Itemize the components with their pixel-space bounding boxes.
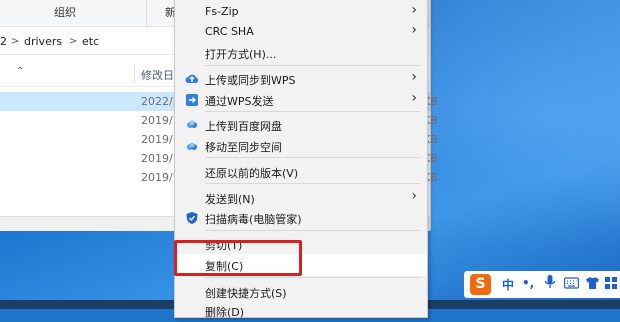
ime-punctuation-toggle[interactable]: •,	[522, 276, 534, 290]
keyboard-icon[interactable]	[563, 277, 580, 292]
menu-item-label: 移动至同步空间	[205, 141, 282, 154]
menu-item-virus-scan[interactable]: 扫描病毒(电脑管家)	[175, 207, 427, 229]
menu-item-label: Fs-Zip	[205, 5, 239, 18]
menu-separator	[205, 65, 421, 66]
sogou-logo-icon[interactable]: S	[470, 274, 491, 295]
menu-item-label: 上传或同步到WPS	[205, 74, 296, 87]
menu-item-wps-upload[interactable]: 上传或同步到WPS ›	[175, 68, 427, 90]
menu-item-label: 上传到百度网盘	[205, 120, 282, 133]
menu-item-delete[interactable]: 删除(D)	[175, 300, 427, 322]
menu-item-label: 发送到(N)	[205, 193, 255, 206]
microphone-icon[interactable]	[544, 274, 556, 293]
chevron-up-icon[interactable]: ⌃	[16, 66, 24, 77]
menu-item-sync-space[interactable]: 移动至同步空间	[175, 135, 427, 157]
chevron-right-icon[interactable]: >	[11, 30, 19, 54]
chevron-right-icon[interactable]: >	[69, 30, 77, 54]
breadcrumb-etc[interactable]: etc	[82, 30, 99, 54]
wps-cloud-upload-icon	[185, 72, 199, 86]
ribbon-divider	[146, 0, 147, 26]
menu-item-label: 删除(D)	[205, 306, 245, 319]
menu-item-send-to[interactable]: 发送到(N) ›	[175, 187, 427, 209]
menu-item-fs-zip[interactable]: Fs-Zip ›	[175, 1, 427, 23]
menu-item-baidu-upload[interactable]: 上传到百度网盘	[175, 114, 427, 136]
breadcrumb-root[interactable]: 2	[0, 30, 7, 54]
pc-manager-shield-icon	[185, 211, 199, 225]
menu-item-label: 打开方式(H)...	[205, 48, 277, 61]
menu-item-open-with[interactable]: 打开方式(H)...	[175, 42, 427, 64]
submenu-arrow-icon: ›	[411, 22, 417, 38]
grid-toolbox-icon[interactable]	[605, 277, 617, 292]
menu-item-restore-versions[interactable]: 还原以前的版本(V)	[175, 161, 427, 183]
submenu-arrow-icon: ›	[411, 90, 417, 106]
wps-send-icon	[185, 93, 199, 107]
menu-item-label: 通过WPS发送	[205, 95, 274, 108]
menu-separator	[205, 183, 421, 184]
submenu-arrow-icon: ›	[411, 2, 417, 18]
ime-mode-toggle[interactable]: 中	[502, 276, 514, 293]
submenu-arrow-icon: ›	[411, 188, 417, 204]
ribbon-organize-tab[interactable]: 组织	[54, 0, 76, 26]
menu-item-label: 扫描病毒(电脑管家)	[205, 213, 302, 226]
column-divider[interactable]	[134, 64, 135, 84]
menu-separator	[205, 277, 421, 278]
menu-separator	[205, 157, 421, 158]
menu-separator	[205, 111, 421, 112]
menu-item-label: 创建快捷方式(S)	[205, 287, 287, 300]
menu-item-wps-send[interactable]: 通过WPS发送 ›	[175, 89, 427, 111]
baidu-netdisk-icon	[185, 118, 199, 132]
breadcrumb-drivers[interactable]: drivers	[24, 30, 62, 54]
sync-space-icon	[185, 139, 199, 153]
column-modified-date[interactable]: 修改日	[141, 67, 174, 83]
menu-item-label: 还原以前的版本(V)	[205, 167, 299, 180]
shirt-skin-icon[interactable]	[585, 276, 600, 293]
menu-item-label: CRC SHA	[205, 25, 254, 38]
highlight-annotation-box	[174, 240, 302, 276]
submenu-arrow-icon: ›	[411, 69, 417, 85]
menu-item-crc-sha[interactable]: CRC SHA ›	[175, 21, 427, 43]
ime-toolbar: S 中 •,	[464, 271, 620, 298]
menu-separator	[205, 230, 421, 231]
wallpaper-light-beam	[430, 0, 620, 260]
